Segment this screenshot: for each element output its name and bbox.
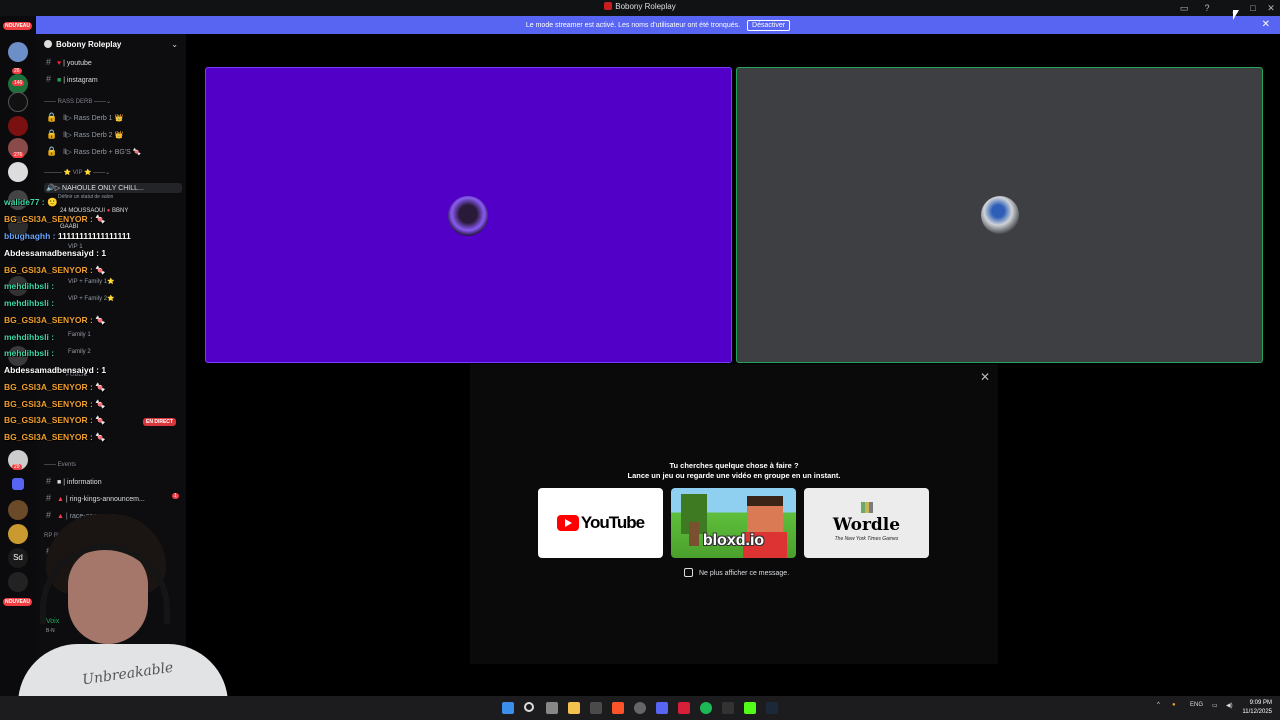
chat-message: mehdihbsli : — [4, 281, 55, 291]
channel-instagram[interactable]: # ■ | instagram — [46, 74, 98, 84]
activity-card-wordle[interactable]: Wordle The New York Times Games — [804, 488, 929, 558]
chat-message: BG_GSI3A_SENYOR : 🍬 — [4, 265, 106, 275]
activity-suggestion-popup: ✕ Tu cherches quelque chose à faire ? La… — [470, 364, 998, 664]
popup-subtitle: Lance un jeu ou regarde une vidéo en gro… — [627, 471, 841, 480]
disable-streamer-mode-button[interactable]: Désactiver — [747, 19, 791, 31]
title-bar: Bobony Roleplay ▭ ? _ □ ✕ — [0, 0, 1280, 16]
voice-channel[interactable]: 🔒 ll▷ Rass Derb 1 👑 — [46, 112, 123, 123]
unread-badge: 276 — [12, 152, 25, 158]
unread-badge: 1 — [172, 493, 179, 499]
inbox-icon[interactable]: ▭ — [1175, 0, 1193, 16]
tray-chevron-icon[interactable]: ^ — [1157, 702, 1160, 708]
voice-tile-user-2-speaking[interactable] — [736, 67, 1263, 363]
activity-card-youtube[interactable]: YouTube — [538, 488, 663, 558]
server-icon-selected[interactable] — [8, 162, 28, 182]
unread-badge: 146 — [12, 80, 25, 86]
server-icon[interactable] — [8, 116, 28, 136]
taskbar: ^ ● ENG ▭ ◀) 9:09 PM 11/12/2025 — [0, 696, 1280, 720]
activity-card-bloxd[interactable]: bloxd.io — [671, 488, 796, 558]
close-window-button[interactable]: ✕ — [1262, 0, 1280, 16]
wordle-grid-icon — [861, 502, 873, 513]
chevron-down-icon[interactable]: ⌄ — [171, 40, 178, 49]
category-rass-derb[interactable]: —— RASS DERB ——⌄ — [44, 98, 111, 105]
server-header[interactable]: Bobony Roleplay ⌄ — [36, 40, 186, 54]
category-vip[interactable]: ——— ⭐ VIP ⭐ ——⌄ — [44, 169, 110, 176]
server-icon — [44, 40, 52, 48]
server-icon[interactable] — [8, 42, 28, 62]
new-badge: NOUVEAU — [3, 22, 33, 30]
streamer-mode-banner: Le mode streamer est activé. Les noms d'… — [36, 16, 1280, 34]
character-icon — [747, 496, 783, 532]
help-icon[interactable]: ? — [1198, 0, 1216, 16]
system-clock[interactable]: 9:09 PM 11/12/2025 — [1242, 699, 1272, 717]
file-explorer-icon[interactable] — [568, 702, 580, 714]
chat-message: Abdessamadbensaiyd : 1 — [4, 248, 107, 258]
chat-message: bbughaghh : 11111111111111111 — [4, 231, 131, 241]
chat-message: BG_GSI3A_SENYOR : 🍬 — [4, 415, 106, 425]
voice-channel-active[interactable]: 🔊▷ NAHOULE ONLY CHILL... — [44, 183, 182, 193]
live-badge: EN DIRECT — [143, 418, 176, 426]
category-events[interactable]: —— Events — [44, 462, 76, 468]
voice-channel[interactable]: Family 2 — [68, 349, 91, 355]
window-title: Bobony Roleplay — [0, 2, 1280, 11]
channel-youtube[interactable]: # ♥ | youtube — [46, 57, 92, 67]
server-icon[interactable] — [8, 92, 28, 112]
voice-tile-user-1[interactable] — [205, 67, 732, 363]
voice-channel[interactable]: Family 1 — [68, 332, 91, 338]
banner-close-icon[interactable]: ✕ — [1262, 19, 1270, 30]
chat-message: mehdihbsli : — [4, 348, 55, 358]
dont-show-again-checkbox[interactable]: Ne plus afficher ce message. — [684, 568, 789, 577]
chat-message: BG_GSI3A_SENYOR : 🍬 — [4, 399, 106, 409]
volume-icon[interactable]: ◀) — [1226, 702, 1233, 709]
chat-message: walide77 : 🙂 — [4, 197, 58, 207]
avatar — [448, 196, 488, 236]
start-icon[interactable] — [502, 702, 514, 714]
banner-text: Le mode streamer est activé. Les noms d'… — [525, 21, 741, 29]
language-indicator[interactable]: ENG — [1190, 702, 1203, 708]
maximize-button[interactable]: □ — [1244, 0, 1262, 16]
chat-message: BG_GSI3A_SENYOR : 🍬 — [4, 432, 106, 442]
mouse-cursor-icon — [1233, 10, 1239, 20]
folder-icon[interactable] — [12, 478, 24, 490]
unread-badge: 29 — [12, 464, 22, 470]
discord-icon[interactable] — [656, 702, 668, 714]
search-icon[interactable] — [524, 702, 534, 712]
task-view-icon[interactable] — [546, 702, 558, 714]
voice-channel[interactable]: VIP + Family 2⭐ — [68, 295, 115, 302]
app-icon[interactable] — [722, 702, 734, 714]
chrome-icon[interactable] — [634, 702, 646, 714]
app-icon[interactable] — [678, 702, 690, 714]
steam-icon[interactable] — [766, 702, 778, 714]
voice-channel[interactable]: 🔒 ll▷ Rass Derb 2 👑 — [46, 129, 123, 140]
voice-channel[interactable]: VIP + Family 1⭐ — [68, 278, 115, 285]
voice-channel[interactable]: 🔒 ll▷ Rass Derb + BG'S 🍬 — [46, 146, 142, 157]
channel-status[interactable]: Définir un statut de salon — [58, 194, 113, 200]
youtube-logo-icon — [556, 515, 579, 531]
network-icon[interactable]: ▭ — [1212, 702, 1218, 709]
close-icon[interactable]: ✕ — [980, 370, 990, 384]
kick-icon[interactable] — [744, 702, 756, 714]
spotify-icon[interactable] — [700, 702, 712, 714]
channel-ring-kings-announcements[interactable]: # ▲ | ring-kings-announcem... — [46, 493, 145, 503]
avatar — [981, 196, 1019, 234]
chat-message: BG_GSI3A_SENYOR : 🍬 — [4, 382, 106, 392]
channel-information[interactable]: # ■ | information — [46, 476, 102, 486]
chat-message: mehdihbsli : — [4, 298, 55, 308]
chat-message: BG_GSI3A_SENYOR : 🍬 — [4, 214, 106, 224]
webcam-overlay: Unbreakable — [18, 514, 228, 720]
chat-message: BG_GSI3A_SENYOR : 🍬 — [4, 315, 106, 325]
checkbox-icon[interactable] — [684, 568, 693, 577]
brave-browser-icon[interactable] — [612, 702, 624, 714]
chat-message: Abdessamadbensaiyd : 1 — [4, 365, 107, 375]
app-logo-icon — [604, 2, 613, 10]
microphone-icon[interactable]: ● — [1172, 702, 1176, 708]
chat-message: mehdihbsli : — [4, 332, 55, 342]
popup-title: Tu cherches quelque chose à faire ? — [669, 461, 799, 470]
store-icon[interactable] — [590, 702, 602, 714]
